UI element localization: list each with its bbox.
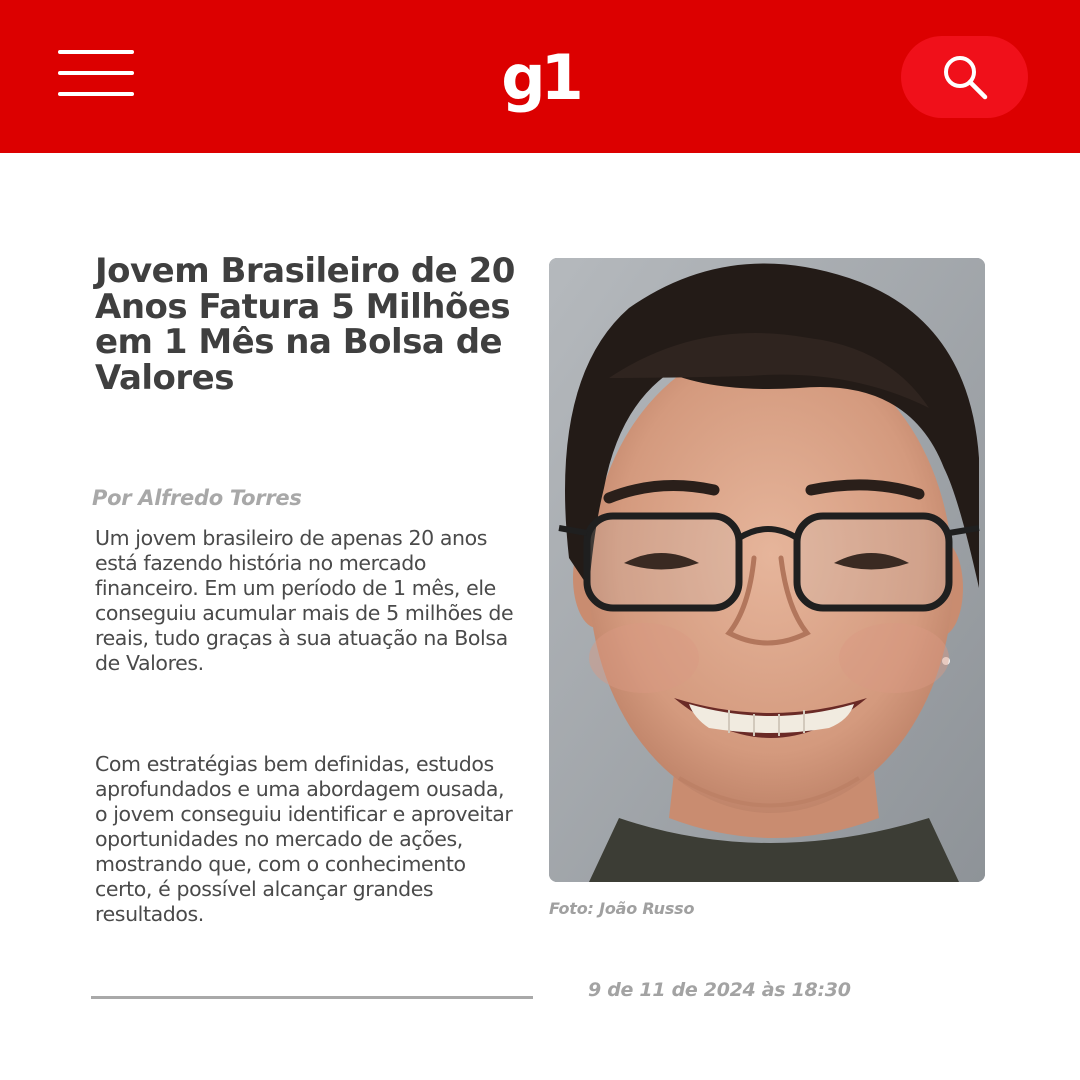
article-divider <box>91 996 533 999</box>
hamburger-menu-icon[interactable] <box>58 48 136 98</box>
menu-line-middle <box>58 71 134 75</box>
search-icon <box>944 56 988 100</box>
site-logo[interactable]: g1 <box>440 38 640 118</box>
portrait-illustration <box>549 258 985 882</box>
menu-line-top <box>58 50 134 54</box>
article-author: Por Alfredo Torres <box>92 486 302 510</box>
article-photo <box>549 258 985 882</box>
photo-caption: Foto: João Russo <box>549 899 695 918</box>
article-timestamp: 9 de 11 de 2024 às 18:30 <box>588 979 851 1001</box>
top-header: g1 <box>0 0 1080 153</box>
article-paragraph-1: Um jovem brasileiro de apenas 20 anos es… <box>95 526 514 675</box>
search-button[interactable] <box>901 36 1028 118</box>
article-title: Jovem Brasileiro de 20 Anos Fatura 5 Mil… <box>95 251 515 398</box>
article-paragraph-2: Com estratégias bem definidas, estudos a… <box>95 752 513 926</box>
menu-line-bottom <box>58 92 134 96</box>
